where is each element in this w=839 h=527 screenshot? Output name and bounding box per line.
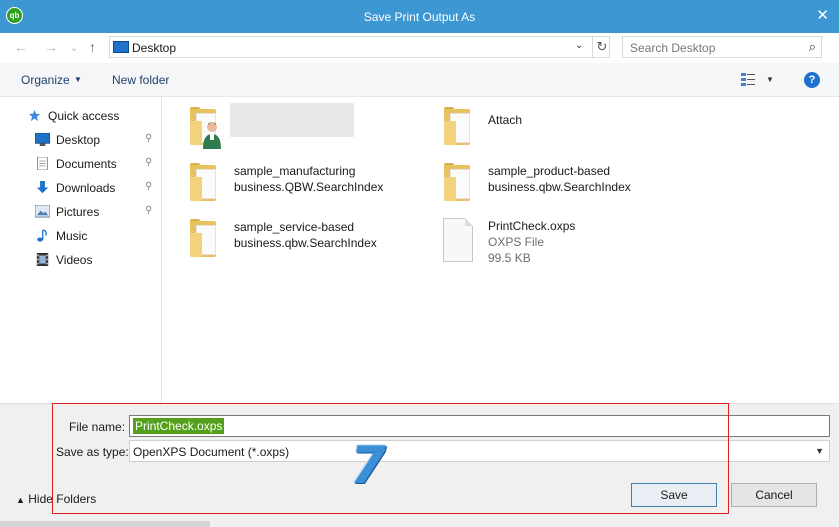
change-view-icon[interactable] bbox=[741, 72, 755, 86]
folder-item-sample-product-based[interactable]: sample_product-based business.qbw.SearchI… bbox=[442, 163, 672, 209]
pictures-icon bbox=[35, 205, 50, 218]
pin-icon: ⚲ bbox=[145, 157, 153, 168]
sidebar-item-label: Downloads bbox=[56, 181, 116, 195]
file-item-printcheck[interactable]: PrintCheck.oxps OXPS File 99.5 KB bbox=[443, 218, 673, 270]
folder-item-sample-manufacturing[interactable]: sample_manufacturing business.QBW.SearchI… bbox=[188, 163, 418, 209]
folder-icon bbox=[442, 107, 474, 147]
folder-name: Attach bbox=[488, 113, 523, 127]
chevron-down-icon[interactable]: ▼ bbox=[815, 446, 824, 456]
sidebar-item-label: Music bbox=[56, 229, 88, 243]
forward-arrow-icon[interactable]: → bbox=[44, 39, 58, 55]
folder-item-sample-service-based[interactable]: sample_service-based business.qbw.SearchI… bbox=[188, 219, 418, 265]
sidebar-item-label: Documents bbox=[56, 157, 117, 171]
cancel-button[interactable]: Cancel bbox=[731, 483, 817, 507]
organize-menu-button[interactable]: Organize bbox=[21, 73, 70, 87]
folder-name: sample_manufacturing business.QBW.SearchI… bbox=[234, 164, 384, 194]
highlight-outline bbox=[52, 403, 729, 514]
file-name: PrintCheck.oxps OXPS File 99.5 KB bbox=[488, 219, 576, 265]
sidebar-item-quick-access[interactable]: Quick access bbox=[0, 105, 162, 127]
title-bar: qb Save Print Output As ✕ bbox=[0, 0, 839, 33]
sidebar-item-label: Pictures bbox=[56, 205, 100, 219]
refresh-button[interactable]: ↻ bbox=[592, 37, 611, 57]
videos-icon bbox=[36, 253, 49, 266]
address-dropdown-chevron-icon[interactable]: ⌄ bbox=[575, 40, 583, 51]
search-input[interactable]: Search Desktop ⌕ bbox=[622, 36, 822, 58]
organize-caret-icon[interactable]: ▼ bbox=[74, 75, 82, 84]
sidebar-item-documents[interactable]: Documents ⚲ bbox=[0, 153, 162, 175]
sidebar-item-videos[interactable]: Videos bbox=[0, 249, 162, 271]
address-text: Desktop bbox=[132, 41, 177, 55]
sidebar-item-music[interactable]: Music bbox=[0, 225, 162, 247]
sidebar-item-pictures[interactable]: Pictures ⚲ bbox=[0, 201, 162, 223]
folder-name: sample_product-based business.qbw.SearchI… bbox=[488, 164, 631, 194]
sidebar-item-label: Quick access bbox=[48, 109, 120, 123]
document-file-icon bbox=[443, 218, 473, 262]
music-icon bbox=[37, 229, 47, 242]
sidebar-item-downloads[interactable]: Downloads ⚲ bbox=[0, 177, 162, 199]
new-folder-button[interactable]: New folder bbox=[112, 73, 169, 87]
pin-icon: ⚲ bbox=[145, 133, 153, 144]
chevron-up-icon: ▲ bbox=[16, 495, 25, 505]
documents-icon bbox=[37, 157, 48, 170]
command-toolbar: Organize ▼ New folder ▼ ? bbox=[0, 63, 839, 97]
recent-locations-chevron-icon[interactable]: ⌄ bbox=[70, 41, 78, 57]
star-icon bbox=[28, 109, 41, 122]
window-title: Save Print Output As bbox=[363, 10, 476, 24]
sidebar-item-label: Desktop bbox=[56, 133, 101, 147]
desktop-monitor-icon bbox=[113, 41, 129, 53]
back-arrow-icon[interactable]: ← bbox=[14, 39, 28, 55]
downloads-icon bbox=[36, 181, 49, 194]
sidebar-item-label: Videos bbox=[56, 253, 93, 267]
view-options-caret-icon[interactable]: ▼ bbox=[766, 75, 774, 84]
search-icon[interactable]: ⌕ bbox=[809, 39, 816, 55]
file-list: Attach sample_manufacturing business.QBW.… bbox=[163, 97, 839, 403]
up-arrow-icon[interactable]: ↑ bbox=[89, 39, 96, 55]
sidebar-item-desktop[interactable]: Desktop ⚲ bbox=[0, 129, 162, 151]
desktop-icon bbox=[35, 133, 50, 146]
folder-name: sample_service-based business.qbw.SearchI… bbox=[234, 220, 377, 250]
horizontal-scrollbar[interactable] bbox=[0, 521, 210, 527]
navigation-pane: Quick access Desktop ⚲ Documents ⚲ Downl… bbox=[0, 97, 162, 403]
folder-item-attach[interactable]: Attach bbox=[442, 107, 642, 153]
address-bar[interactable]: Desktop ⌄ ↻ bbox=[109, 36, 610, 58]
pin-icon: ⚲ bbox=[145, 205, 153, 216]
user-person-icon bbox=[203, 122, 221, 149]
search-placeholder: Search Desktop bbox=[630, 41, 716, 55]
help-button[interactable]: ? bbox=[804, 72, 820, 88]
redacted-folder-name bbox=[230, 103, 354, 137]
folder-icon bbox=[442, 163, 474, 203]
folder-icon bbox=[188, 219, 220, 259]
pin-icon: ⚲ bbox=[145, 181, 153, 192]
folder-icon bbox=[188, 163, 220, 203]
close-window-button[interactable]: ✕ bbox=[816, 7, 829, 24]
